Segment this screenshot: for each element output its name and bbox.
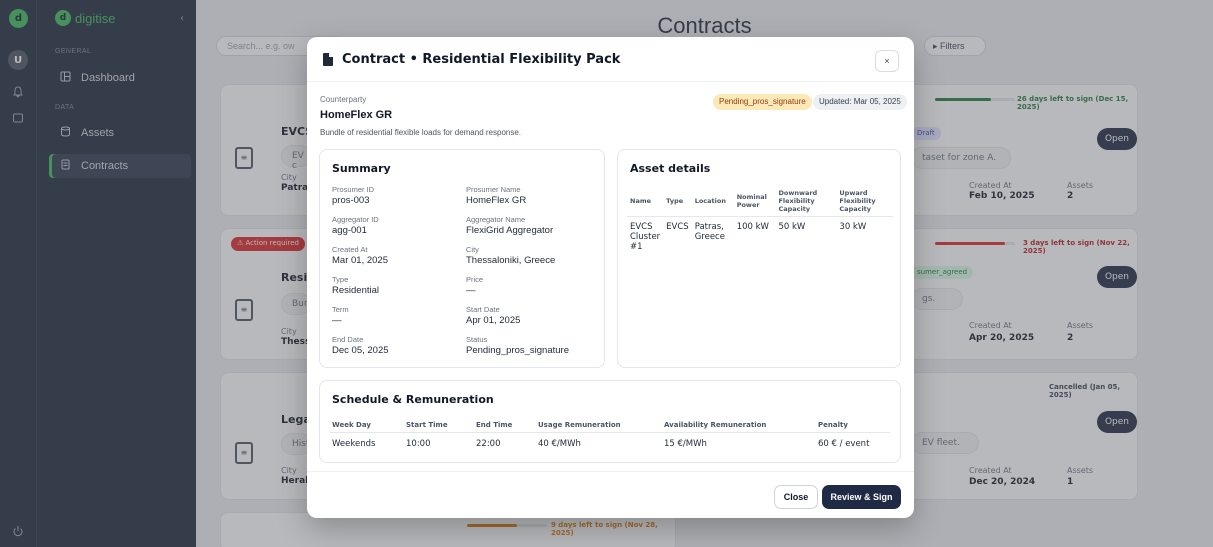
table-cell: Patras, Greece xyxy=(694,222,725,242)
counterparty-label: Counterparty xyxy=(320,95,367,104)
field-label: Price xyxy=(466,275,484,284)
updated-badge: Updated: Mar 05, 2025 xyxy=(813,94,907,110)
column-header: Availability Remuneration xyxy=(662,418,816,433)
field-label: Term xyxy=(332,305,349,314)
summary-panel: Summary Prosumer ID pros-003 Prosumer Na… xyxy=(319,149,605,368)
review-sign-button[interactable]: Review & Sign xyxy=(822,485,901,509)
field-value: Dec 05, 2025 xyxy=(332,345,389,356)
column-header: Penalty xyxy=(816,418,890,433)
close-icon[interactable]: × xyxy=(875,50,899,72)
field-value: Thessaloniki, Greece xyxy=(466,255,556,266)
table-cell: 60 € / event xyxy=(818,439,870,449)
table-cell: 15 €/MWh xyxy=(664,439,707,449)
field-value: FlexiGrid Aggregator xyxy=(466,225,554,236)
field-value: Residential xyxy=(332,285,379,296)
column-header: End Time xyxy=(474,418,536,433)
table-row: Weekends 10:00 22:00 40 €/MWh 15 €/MWh 6… xyxy=(330,433,890,456)
column-header: Start Time xyxy=(404,418,474,433)
table-cell: 30 kW xyxy=(839,222,867,232)
field-label: Aggregator Name xyxy=(466,215,526,224)
asset-details-panel: Asset details Name Type Location Nominal… xyxy=(617,149,901,368)
field-value: — xyxy=(332,315,342,326)
field-value: pros-003 xyxy=(332,195,370,206)
column-header: Type xyxy=(663,186,692,217)
field-value: — xyxy=(466,285,476,296)
field-label: Prosumer Name xyxy=(466,185,521,194)
status-badge: Pending_pros_signature xyxy=(713,94,812,110)
field-value: agg-001 xyxy=(332,225,367,236)
column-header: Name xyxy=(627,186,664,217)
field-label: Start Date xyxy=(466,305,500,314)
field-value: Pending_pros_signature xyxy=(466,345,569,356)
table-cell: 40 €/MWh xyxy=(538,439,581,449)
column-header: Nominal Power xyxy=(733,186,776,217)
field-label: City xyxy=(466,245,479,254)
dialog-title: Contract • Residential Flexibility Pack xyxy=(342,52,621,67)
dialog-footer: Close Review & Sign xyxy=(307,471,914,518)
schedule-table: Week Day Start Time End Time Usage Remun… xyxy=(330,418,890,455)
table-cell: EVCS Cluster #1 xyxy=(630,222,661,252)
field-label: End Date xyxy=(332,335,364,344)
table-cell: EVCS xyxy=(666,222,689,232)
contract-dialog: Contract • Residential Flexibility Pack … xyxy=(307,37,914,518)
field-label: Type xyxy=(332,275,349,284)
field-value: HomeFlex GR xyxy=(466,195,527,206)
schedule-table-header: Week Day Start Time End Time Usage Remun… xyxy=(330,418,890,433)
table-cell: 50 kW xyxy=(778,222,806,232)
summary-title: Summary xyxy=(332,162,391,175)
field-label: Created At xyxy=(332,245,368,254)
schedule-panel: Schedule & Remuneration Week Day Start T… xyxy=(319,380,901,463)
asset-details-title: Asset details xyxy=(630,162,711,175)
table-cell: 10:00 xyxy=(406,439,431,449)
dialog-header: Contract • Residential Flexibility Pack … xyxy=(307,37,914,82)
field-label: Prosumer ID xyxy=(332,185,375,194)
table-cell: Weekends xyxy=(332,439,376,449)
table-row: EVCS Cluster #1 EVCS Patras, Greece 100 … xyxy=(627,217,893,258)
column-header: Location xyxy=(691,186,734,217)
field-label: Status xyxy=(466,335,488,344)
close-button[interactable]: Close xyxy=(774,485,818,509)
field-label: Aggregator ID xyxy=(332,215,379,224)
asset-table-header: Name Type Location Nominal Power Downwar… xyxy=(627,186,893,217)
column-header: Upward Flexibility Capacity xyxy=(836,186,893,217)
field-value: Mar 01, 2025 xyxy=(332,255,388,266)
column-header: Week Day xyxy=(330,418,404,433)
table-cell: 100 kW xyxy=(736,222,769,232)
column-header: Usage Remuneration xyxy=(536,418,662,433)
contract-description: Bundle of residential flexible loads for… xyxy=(320,128,522,137)
column-header: Downward Flexibility Capacity xyxy=(775,186,837,217)
document-icon xyxy=(323,53,333,66)
asset-table: Name Type Location Nominal Power Downwar… xyxy=(627,186,893,257)
schedule-title: Schedule & Remuneration xyxy=(332,393,494,406)
field-value: Apr 01, 2025 xyxy=(466,315,521,326)
counterparty-name: HomeFlex GR xyxy=(320,109,393,121)
table-cell: 22:00 xyxy=(476,439,501,449)
